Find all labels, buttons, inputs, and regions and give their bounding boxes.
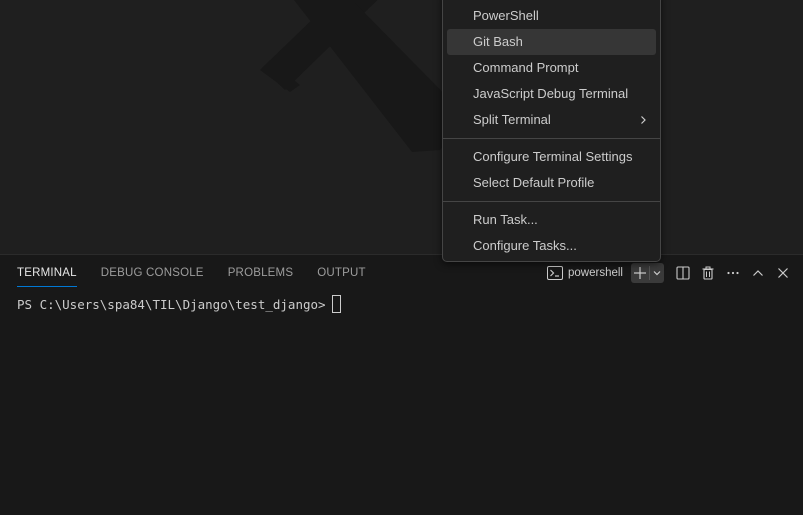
menu-item-javascript-debug-terminal[interactable]: JavaScript Debug Terminal	[447, 81, 656, 107]
new-terminal-button[interactable]	[631, 263, 649, 283]
chevron-right-icon	[638, 107, 648, 133]
menu-item-command-prompt[interactable]: Command Prompt	[447, 55, 656, 81]
terminal-cursor	[331, 295, 341, 313]
maximize-panel-button[interactable]	[746, 261, 770, 285]
menu-item-label: Configure Tasks...	[473, 238, 577, 253]
new-terminal-split-button	[631, 263, 664, 283]
panel-tab-bar: TERMINAL DEBUG CONSOLE PROBLEMS OUTPUT	[0, 255, 373, 291]
menu-item-label: Command Prompt	[473, 60, 579, 75]
menu-item-git-bash[interactable]: Git Bash	[447, 29, 656, 55]
terminal-launch-profile-menu: PowerShell Git Bash Command Prompt JavaScri…	[442, 0, 661, 262]
menu-item-label: Git Bash	[473, 34, 523, 49]
tab-debug-console[interactable]: DEBUG CONSOLE	[101, 255, 204, 291]
menu-item-label: Run Task...	[473, 212, 538, 227]
menu-item-label: JavaScript Debug Terminal	[473, 86, 629, 101]
chevron-down-icon	[653, 271, 661, 276]
tab-output[interactable]: OUTPUT	[317, 255, 365, 291]
terminal-profile-label: powershell	[568, 267, 623, 279]
chevron-up-icon	[753, 270, 763, 276]
menu-item-label: Select Default Profile	[473, 175, 595, 190]
menu-item-powershell[interactable]: PowerShell	[447, 3, 656, 29]
terminal-prompt: PS C:\Users\spa84\TIL\Django\test_django…	[17, 296, 326, 312]
menu-item-configure-terminal-settings[interactable]: Configure Terminal Settings	[447, 144, 656, 170]
menu-item-split-terminal[interactable]: Split Terminal	[447, 107, 656, 133]
more-actions-button[interactable]	[721, 261, 745, 285]
trash-icon	[702, 266, 714, 280]
ellipsis-icon	[727, 271, 739, 275]
menu-item-configure-tasks[interactable]: Configure Tasks...	[447, 233, 656, 259]
terminal-profile-selector[interactable]: powershell	[547, 266, 623, 280]
vscode-watermark-icon	[260, 0, 470, 152]
tab-terminal[interactable]: TERMINAL	[17, 255, 77, 291]
launch-profile-button[interactable]	[650, 263, 664, 283]
menu-item-select-default-profile[interactable]: Select Default Profile	[447, 170, 656, 196]
tab-problems[interactable]: PROBLEMS	[228, 255, 294, 291]
kill-terminal-button[interactable]	[696, 261, 720, 285]
terminal-output[interactable]: PS C:\Users\spa84\TIL\Django\test_django…	[17, 295, 341, 313]
menu-separator	[443, 138, 660, 139]
terminal-panel: TERMINAL DEBUG CONSOLE PROBLEMS OUTPUT powe…	[0, 254, 803, 515]
menu-item-label: Split Terminal	[473, 112, 551, 127]
split-editor-icon	[676, 266, 690, 280]
menu-item-label: Configure Terminal Settings	[473, 149, 633, 164]
close-panel-button[interactable]	[771, 261, 795, 285]
split-terminal-button[interactable]	[671, 261, 695, 285]
terminal-icon	[547, 266, 564, 280]
close-icon	[778, 268, 788, 278]
menu-item-run-task[interactable]: Run Task...	[447, 207, 656, 233]
menu-separator	[443, 201, 660, 202]
editor-area	[0, 0, 803, 254]
menu-item-label: PowerShell	[473, 8, 539, 23]
plus-icon	[634, 267, 646, 279]
